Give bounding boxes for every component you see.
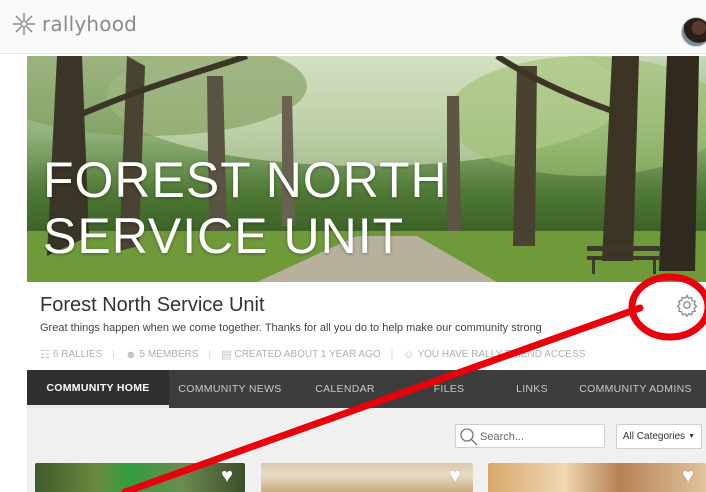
hero-banner: FOREST NORTH SERVICE UNIT <box>27 56 706 282</box>
rally-card[interactable]: ♥ <box>488 463 706 492</box>
hero-title: FOREST NORTH SERVICE UNIT <box>43 152 603 264</box>
stat-divider: | <box>390 349 394 360</box>
community-title: Forest North Service Unit <box>40 294 265 316</box>
stat-access: ☺ YOU HAVE RALLY FRIEND ACCESS <box>403 349 585 361</box>
search-box[interactable] <box>455 424 605 448</box>
search-icon <box>460 428 478 446</box>
avatar[interactable] <box>681 17 706 47</box>
rallies-icon: ☷ <box>40 349 50 361</box>
tab-community-news[interactable]: COMMUNITY NEWS <box>169 370 291 408</box>
stat-members[interactable]: ☻ 5 MEMBERS <box>125 349 198 361</box>
search-input[interactable] <box>480 428 600 445</box>
user-icon: ☺ <box>403 348 415 361</box>
category-select-value: All Categories <box>622 431 686 442</box>
community-info: Forest North Service Unit Great things h… <box>27 282 706 370</box>
heart-icon[interactable]: ♥ <box>449 466 461 486</box>
community-description: Great things happen when we come togethe… <box>40 322 542 334</box>
rallyhood-logo[interactable]: rallyhood <box>12 12 137 36</box>
logo-icon <box>13 13 35 35</box>
hero-title-line1: FOREST NORTH <box>43 152 448 208</box>
calendar-icon: ▤ <box>221 349 232 361</box>
stat-access-label: YOU HAVE RALLY FRIEND ACCESS <box>417 349 586 360</box>
heart-icon[interactable]: ♥ <box>682 466 694 486</box>
logo-text: rallyhood <box>42 12 138 36</box>
tab-community-home[interactable]: COMMUNITY HOME <box>27 370 169 408</box>
tab-community-admins[interactable]: COMMUNITY ADMINS <box>565 370 706 408</box>
stat-created-label: CREATED ABOUT 1 YEAR AGO <box>234 349 381 360</box>
tab-links[interactable]: LINKS <box>499 370 565 408</box>
community-nav: COMMUNITY HOME COMMUNITY NEWS CALENDAR F… <box>27 370 706 408</box>
stat-created: ▤ CREATED ABOUT 1 YEAR AGO <box>221 348 381 361</box>
chevron-down-icon: ▼ <box>688 433 696 440</box>
rally-card[interactable]: ♥ <box>35 463 245 492</box>
category-select[interactable]: All Categories ▼ <box>616 424 702 449</box>
tab-calendar[interactable]: CALENDAR <box>291 370 399 408</box>
rally-card[interactable]: ♥ <box>261 463 473 492</box>
stat-members-label: 5 MEMBERS <box>139 349 199 360</box>
gear-icon[interactable] <box>675 293 699 317</box>
stat-divider: | <box>112 349 115 360</box>
community-stats: ☷ 6 RALLIES | ☻ 5 MEMBERS | ▤ CREATED AB… <box>40 348 585 362</box>
content-area: All Categories ▼ ♥ ♥ ♥ <box>27 408 706 492</box>
members-icon: ☻ <box>124 348 137 361</box>
stat-divider: | <box>208 349 212 360</box>
stat-rallies-label: 6 RALLIES <box>52 349 103 360</box>
tab-files[interactable]: FILES <box>399 370 499 408</box>
heart-icon[interactable]: ♥ <box>221 466 233 486</box>
hero-title-line2: SERVICE UNIT <box>43 208 405 264</box>
stat-rallies[interactable]: ☷ 6 RALLIES <box>40 348 102 361</box>
top-bar: rallyhood <box>0 0 706 54</box>
